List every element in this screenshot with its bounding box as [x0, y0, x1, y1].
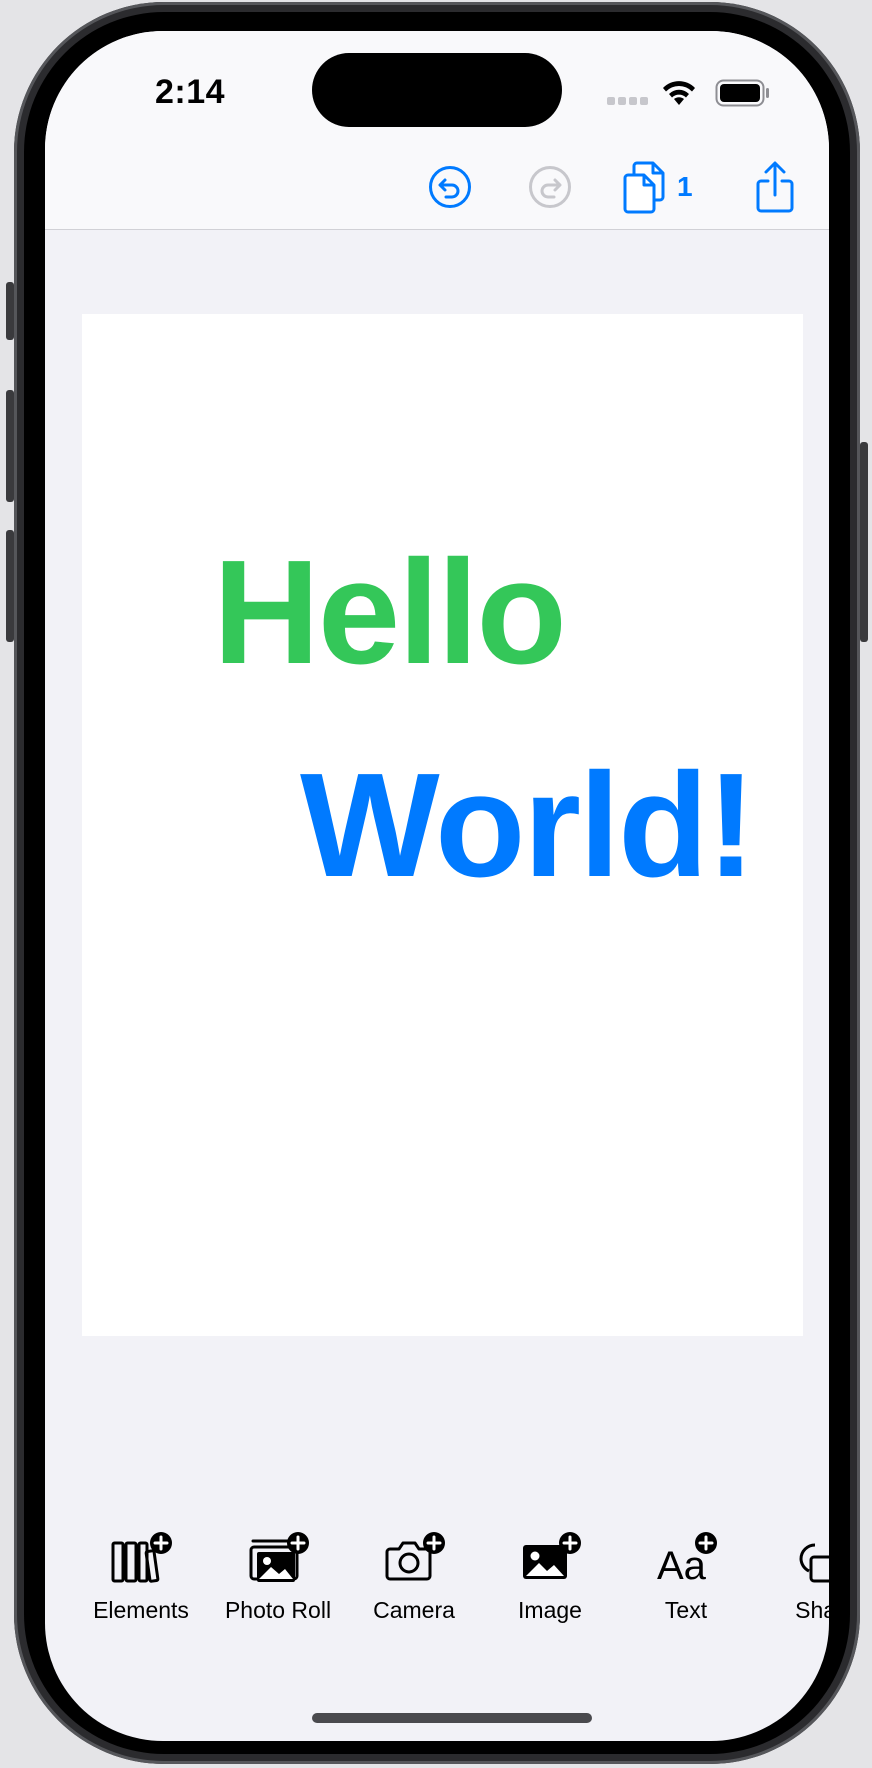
- page-count: 1: [677, 171, 693, 202]
- undo-arrow-circle-icon: [429, 166, 471, 208]
- shape-add-icon: [799, 1543, 829, 1583]
- dock-item-image[interactable]: Image: [485, 1531, 615, 1624]
- screen: 2:14 1 Hello World! Elements Photo Roll …: [45, 31, 829, 1741]
- dock-label: Shap: [795, 1597, 829, 1623]
- camera-add-icon: [385, 1532, 445, 1581]
- wifi-icon: [663, 81, 695, 105]
- dock-label: Image: [518, 1597, 582, 1623]
- redo-arrow-circle-icon: [529, 166, 571, 208]
- insert-toolbar: Elements Photo Roll Camera Image Aa Text…: [45, 1531, 829, 1651]
- dock-item-camera[interactable]: Camera: [349, 1531, 479, 1624]
- phone-frame: 2:14 1 Hello World! Elements Photo Roll …: [6, 2, 868, 1764]
- volume-up-button: [6, 390, 14, 502]
- canvas-text-hello[interactable]: Hello: [213, 539, 567, 687]
- design-canvas[interactable]: Hello World!: [82, 314, 803, 1336]
- dock-item-shapes[interactable]: Shap: [757, 1531, 829, 1624]
- dynamic-island: [312, 53, 562, 127]
- documents-icon: [623, 161, 665, 214]
- dock-label: Elements: [93, 1597, 189, 1623]
- photo-roll-add-icon: [249, 1532, 309, 1582]
- top-toolbar: 2:14 1: [45, 31, 829, 230]
- status-time: 2:14: [155, 73, 226, 111]
- dock-item-text[interactable]: Aa Text: [621, 1531, 751, 1624]
- home-indicator[interactable]: [312, 1713, 592, 1723]
- dock-label: Text: [664, 1597, 708, 1623]
- pages-button[interactable]: [623, 159, 673, 215]
- dock-label: Camera: [373, 1597, 455, 1623]
- volume-down-button: [6, 530, 14, 642]
- side-button: [860, 442, 868, 642]
- dock-label: Photo Roll: [224, 1597, 332, 1623]
- dock-item-photo-roll[interactable]: Photo Roll: [213, 1531, 343, 1624]
- cellular-signal-icon: [607, 97, 649, 105]
- redo-button[interactable]: [528, 165, 572, 209]
- action-button: [6, 282, 14, 340]
- battery-icon: [715, 79, 769, 107]
- canvas-text-world[interactable]: World!: [300, 752, 756, 900]
- elements-add-icon: [111, 1532, 172, 1583]
- undo-button[interactable]: [428, 165, 472, 209]
- share-button[interactable]: [753, 159, 797, 215]
- share-up-arrow-icon: [756, 161, 794, 213]
- dock-item-elements[interactable]: Elements: [76, 1531, 206, 1624]
- text-add-icon: Aa: [657, 1532, 717, 1585]
- image-add-icon: [523, 1532, 581, 1579]
